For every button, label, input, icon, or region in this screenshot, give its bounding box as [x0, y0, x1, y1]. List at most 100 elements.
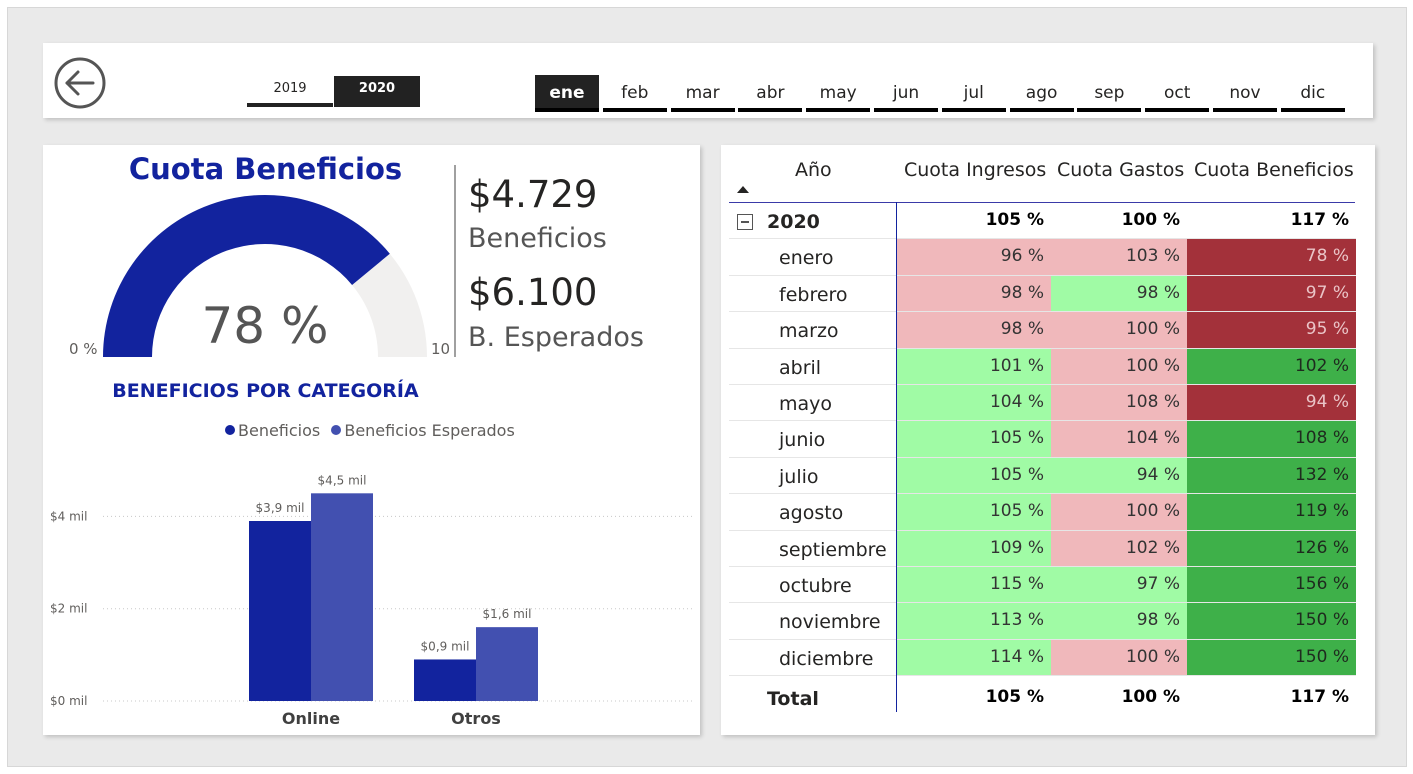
month-option-abr[interactable]: abr	[738, 75, 803, 112]
year-option-2019[interactable]: 2019	[247, 76, 333, 107]
month-option-dic[interactable]: dic	[1280, 75, 1345, 112]
cuota-ingresos-cell: 105 %	[896, 457, 1051, 494]
cuota-ingresos-cell: 96 %	[896, 239, 1051, 275]
year-option-2020[interactable]: 2020	[334, 76, 420, 107]
back-arrow-icon[interactable]	[54, 57, 106, 109]
month-option-nov[interactable]: nov	[1213, 75, 1277, 112]
cuota-gastos-cell: 103 %	[1051, 239, 1187, 275]
cuota-gastos-cell: 102 %	[1051, 530, 1187, 566]
cuota-beneficios-cell: 119 %	[1187, 494, 1356, 530]
cuota-beneficios-cell: 97 %	[1187, 275, 1356, 312]
month-label: diciembre	[779, 647, 874, 670]
left-panel: Cuota Beneficios 78 % 0 % 10 $4.729 Bene…	[43, 145, 700, 735]
cuota-beneficios-cell: 78 %	[1187, 239, 1356, 275]
total-cuota-ingresos: 105 %	[985, 686, 1044, 707]
total-row-label: Total	[767, 687, 819, 710]
total-row: Total 105 % 100 % 117 %	[729, 680, 1356, 716]
gauge-min-label: 0 %	[69, 340, 98, 358]
gauge-max-label: 10	[431, 340, 450, 358]
cuota-gastos-cell: 104 %	[1051, 421, 1187, 457]
table-row[interactable]: marzo 98 % 100 % 95 %	[729, 312, 1356, 349]
table-row[interactable]: octubre 115 % 97 % 156 %	[729, 567, 1356, 604]
month-option-ene[interactable]: ene	[535, 75, 599, 112]
month-option-sep[interactable]: sep	[1077, 75, 1142, 112]
kpi-beneficios-label: Beneficios	[468, 223, 607, 254]
table-row[interactable]: diciembre 114 % 100 % 150 %	[729, 639, 1356, 677]
kpi-esperados-label: B. Esperados	[468, 322, 644, 353]
cuota-ingresos-cell: 113 %	[896, 603, 1051, 639]
sort-ascending-icon[interactable]	[737, 185, 749, 193]
month-label: julio	[779, 465, 819, 488]
table-row[interactable]: junio 105 % 104 % 108 %	[729, 421, 1356, 458]
cuota-gastos-cell: 98 %	[1051, 603, 1187, 639]
month-option-jun[interactable]: jun	[874, 75, 938, 112]
collapse-icon[interactable]	[737, 214, 753, 230]
cuota-beneficios-cell: 132 %	[1187, 457, 1356, 494]
table-row[interactable]: julio 105 % 94 % 132 %	[729, 457, 1356, 495]
cuota-beneficios-cell: 95 %	[1187, 312, 1356, 348]
month-label: noviembre	[779, 611, 881, 634]
report-canvas: 2019 2020 ene feb mar abr may jun jul ago sep oct n…	[7, 7, 1407, 767]
cuota-beneficios-cell: 150 %	[1187, 603, 1356, 639]
total-cuota-gastos: 100 %	[1121, 686, 1180, 707]
y-tick-label: $0 mil	[50, 694, 87, 708]
header-year[interactable]: Año	[795, 159, 832, 181]
x-category-label: Online	[282, 709, 340, 728]
cuota-ingresos-cell: 115 %	[896, 567, 1051, 603]
cuota-beneficios-cell: 108 %	[1187, 421, 1356, 457]
cuota-gastos-cell: 94 %	[1051, 457, 1187, 494]
gauge-chart: 78 % 0 % 10	[69, 195, 450, 358]
month-label: febrero	[779, 283, 848, 306]
cuota-ingresos-cell: 109 %	[896, 530, 1051, 566]
table-row[interactable]: agosto 105 % 100 % 119 %	[729, 494, 1356, 531]
month-option-jul[interactable]: jul	[941, 75, 1006, 112]
y-tick-label: $4 mil	[50, 509, 87, 523]
data-label: $0,9 mil	[421, 639, 470, 653]
category-bar-chart: $0 mil $2 mil $4 mil $3,9 mil $4,5 mil Online…	[50, 473, 693, 728]
month-label: junio	[779, 429, 826, 452]
year-cuota-beneficios: 117 %	[1290, 210, 1349, 230]
table-row[interactable]: enero 96 % 103 % 78 %	[729, 239, 1356, 276]
legend-label-esperados[interactable]: Beneficios Esperados	[344, 421, 514, 440]
month-label: octubre	[779, 575, 852, 597]
bar-online-esperados	[311, 493, 373, 701]
year-row: 2020 105 % 100 % 117 %	[729, 203, 1356, 240]
quota-matrix: Año Cuota Ingresos Cuota Gastos Cuota Be…	[721, 145, 1375, 735]
legend-dot-beneficios	[225, 425, 235, 435]
month-option-feb[interactable]: feb	[602, 75, 667, 112]
cuota-ingresos-cell: 98 %	[896, 312, 1051, 348]
table-row[interactable]: noviembre 113 % 98 % 150 %	[729, 603, 1356, 640]
header-cuota-ingresos[interactable]: Cuota Ingresos	[904, 159, 1046, 181]
cuota-gastos-cell: 108 %	[1051, 385, 1187, 421]
cuota-beneficios-cell: 156 %	[1187, 567, 1356, 603]
month-option-ago[interactable]: ago	[1009, 75, 1074, 112]
legend-label-beneficios[interactable]: Beneficios	[238, 421, 320, 440]
table-row[interactable]: abril 101 % 100 % 102 %	[729, 348, 1356, 385]
cuota-beneficios-cell: 102 %	[1187, 348, 1356, 384]
cuota-ingresos-cell: 114 %	[896, 639, 1051, 676]
month-option-mar[interactable]: mar	[670, 75, 735, 112]
year-row-label: 2020	[767, 211, 820, 233]
table-row[interactable]: septiembre 109 % 102 % 126 %	[729, 530, 1356, 567]
month-option-may[interactable]: may	[806, 75, 871, 112]
cuota-ingresos-cell: 105 %	[896, 494, 1051, 530]
month-label: enero	[779, 247, 834, 270]
header-cuota-beneficios[interactable]: Cuota Beneficios	[1194, 159, 1354, 181]
kpi-beneficios-value: $4.729	[468, 173, 598, 216]
table-row[interactable]: mayo 104 % 108 % 94 %	[729, 385, 1356, 422]
bar-online-beneficios	[249, 521, 311, 701]
kpi-divider	[454, 165, 456, 357]
month-option-oct[interactable]: oct	[1145, 75, 1210, 112]
table-row[interactable]: febrero 98 % 98 % 97 %	[729, 275, 1356, 313]
cuota-beneficios-cell: 94 %	[1187, 385, 1356, 421]
cuota-gastos-cell: 97 %	[1051, 567, 1187, 603]
data-label: $4,5 mil	[318, 473, 367, 487]
month-label: mayo	[779, 393, 833, 415]
filter-bar: 2019 2020 ene feb mar abr may jun jul ago sep oct n…	[43, 43, 1373, 118]
cuota-beneficios-cell: 126 %	[1187, 530, 1356, 566]
year-cuota-ingresos: 105 %	[985, 210, 1044, 230]
month-label: marzo	[779, 320, 839, 343]
header-cuota-gastos[interactable]: Cuota Gastos	[1057, 159, 1184, 181]
cuota-gastos-cell: 98 %	[1051, 275, 1187, 312]
right-panel: Año Cuota Ingresos Cuota Gastos Cuota Be…	[721, 145, 1375, 735]
